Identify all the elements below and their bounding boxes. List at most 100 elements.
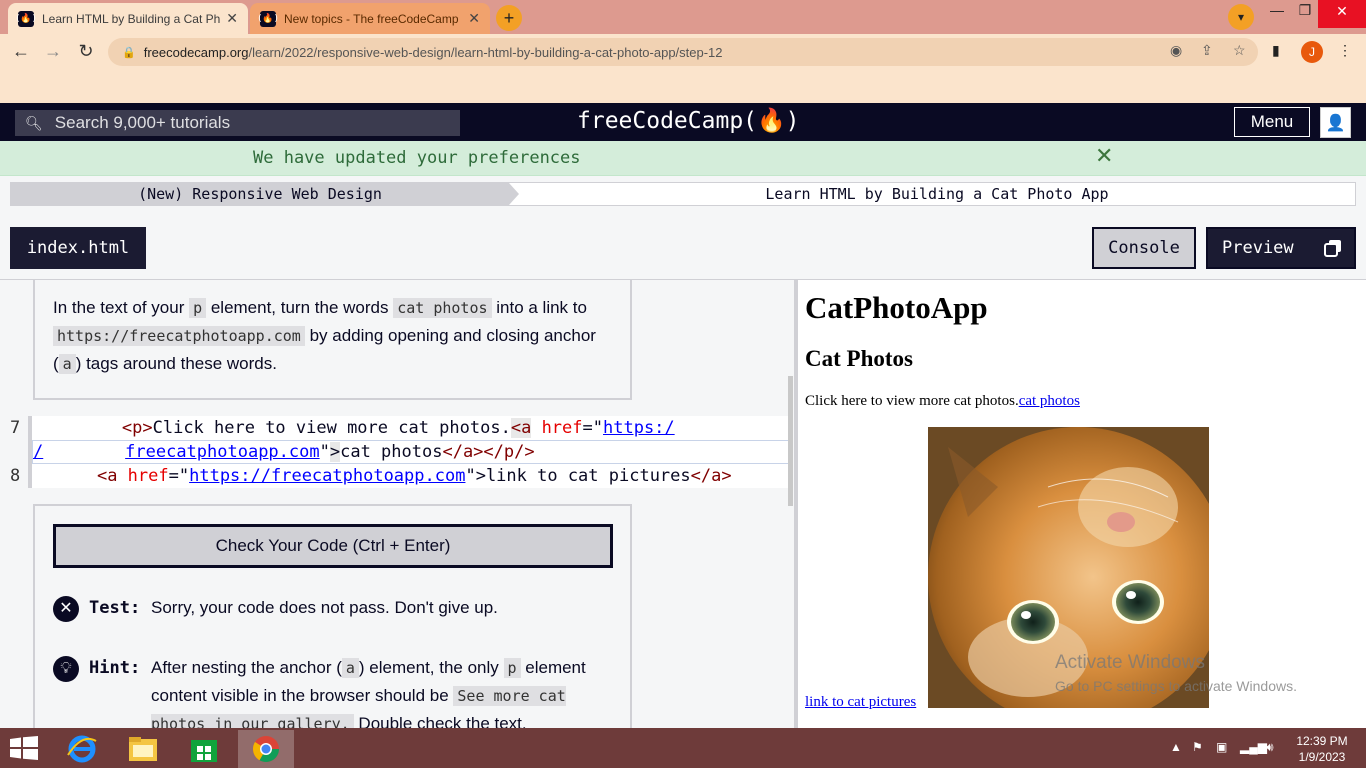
instr-code: https://freecatphotoapp.com <box>53 326 305 346</box>
file-explorer-icon[interactable] <box>115 730 171 768</box>
instr-text: In the text of your <box>53 298 190 317</box>
hint-text: After nesting the anchor (a) element, th… <box>151 654 613 728</box>
forward-arrow-icon[interactable]: → <box>42 41 64 62</box>
preview-cat-pictures-link[interactable]: link to cat pictures <box>805 694 916 711</box>
chrome-icon[interactable] <box>238 730 294 768</box>
flash-message: We have updated your preferences ✕ <box>0 141 1366 176</box>
user-avatar-icon[interactable]: 👤 <box>1320 107 1351 138</box>
search-icon: 🔍︎ <box>25 114 43 131</box>
kebab-menu-icon[interactable]: ⋮ <box>1338 42 1352 59</box>
code-attr: href <box>117 466 169 486</box>
close-window-icon[interactable]: ✕ <box>1318 0 1366 28</box>
close-flash-icon[interactable]: ✕ <box>1095 143 1113 169</box>
clock-date: 1/9/2023 <box>1298 750 1346 764</box>
hint-code: a <box>341 658 359 678</box>
reload-icon[interactable]: ↻ <box>75 41 97 62</box>
close-tab-icon[interactable]: ✕ <box>468 10 480 27</box>
instructions-box: In the text of your p element, turn the … <box>33 280 632 400</box>
profile-avatar[interactable]: J <box>1301 41 1323 63</box>
network-device-icon[interactable]: ▣ <box>1216 740 1227 754</box>
browser-tab-inactive[interactable]: (🔥) New topics - The freeCodeCamp ✕ <box>250 3 490 34</box>
lock-icon: 🔒 <box>122 46 136 59</box>
code-tag: </a> <box>690 466 732 486</box>
close-tab-icon[interactable]: ✕ <box>226 10 238 27</box>
menu-button[interactable]: Menu <box>1234 107 1310 137</box>
system-clock[interactable]: 12:39 PM 1/9/2023 <box>1292 733 1352 765</box>
code-line-7a: <p>Click here to view more cat photos.<a… <box>40 418 675 438</box>
freecodecamp-logo[interactable]: freeCodeCamp(🔥) <box>577 107 800 134</box>
instructions-editor-pane: In the text of your p element, turn the … <box>0 280 794 728</box>
instr-code: p <box>189 298 207 318</box>
search-input[interactable]: 🔍︎ Search 9,000+ tutorials <box>15 110 460 136</box>
watermark-title: Activate Windows <box>1055 652 1205 673</box>
tray-chevron-up-icon[interactable]: ▲ <box>1170 740 1182 754</box>
breadcrumb-block[interactable]: Learn HTML by Building a Cat Photo App <box>519 183 1355 205</box>
minimize-icon[interactable]: — <box>1262 2 1292 18</box>
hint-label: Hint: <box>89 658 141 678</box>
clock-time: 12:39 PM <box>1296 734 1348 748</box>
internet-explorer-icon[interactable] <box>54 730 110 768</box>
code-editor[interactable]: 7 8 <p>Click here to view more cat photo… <box>0 416 790 488</box>
freecodecamp-favicon-icon: (🔥) <box>257 10 279 27</box>
tab-title: Learn HTML by Building a Cat Ph <box>42 11 221 26</box>
lightbulb-icon: 💡︎ <box>53 656 79 682</box>
share-icon[interactable]: ⇪ <box>1201 42 1213 59</box>
code-punct: "> <box>465 466 486 486</box>
code-tag: <a <box>96 466 118 486</box>
editor-scrollbar[interactable] <box>788 376 793 506</box>
breadcrumb: (New) Responsive Web Design Learn HTML b… <box>10 182 1356 206</box>
code-text: cat photos <box>340 442 443 462</box>
back-arrow-icon[interactable]: ← <box>10 41 32 62</box>
browser-toolbar: ← → ↻ 🔒 freecodecamp.org/learn/2022/resp… <box>0 34 1366 70</box>
check-code-button[interactable]: Check Your Code (Ctrl + Enter) <box>53 524 613 568</box>
instr-text: into a link to <box>491 298 587 317</box>
bookmark-star-icon[interactable]: ☆ <box>1233 42 1246 59</box>
popout-window-icon[interactable] <box>1324 239 1342 257</box>
code-text: link to cat pictures <box>485 466 691 486</box>
code-tag: <a <box>510 418 532 438</box>
line-number: 7 <box>10 418 21 438</box>
preview-button[interactable]: Preview <box>1206 227 1356 269</box>
preview-cat-photos-link[interactable]: cat photos <box>1019 393 1080 409</box>
code-tag: <p> <box>121 418 153 438</box>
console-button[interactable]: Console <box>1092 227 1196 269</box>
hint-text-part: After nesting the anchor ( <box>151 658 342 677</box>
test-text: Sorry, your code does not pass. Don't gi… <box>151 598 498 617</box>
flash-text: We have updated your preferences <box>253 148 581 168</box>
browser-tab-bar: (🔥) Learn HTML by Building a Cat Ph ✕ (🔥… <box>0 0 1366 34</box>
instr-code: a <box>58 354 76 374</box>
side-panel-icon[interactable]: ▮ <box>1272 42 1280 59</box>
code-line-7b: / freecatphotoapp.com">cat photos</a></p… <box>33 442 535 462</box>
fcc-navbar: 🔍︎ Search 9,000+ tutorials freeCodeCamp(… <box>0 103 1366 141</box>
page-top-strip <box>0 70 1366 103</box>
code-punct: " <box>319 442 330 462</box>
instr-text: element, turn the words <box>206 298 394 317</box>
new-tab-button[interactable]: + <box>496 5 522 31</box>
preview-subheading: Cat Photos <box>805 346 913 371</box>
test-results-box: Check Your Code (Ctrl + Enter) ✕ Test: S… <box>33 504 632 728</box>
camera-blocked-icon[interactable]: ◉ <box>1170 42 1182 59</box>
signal-bars-icon[interactable]: ▂▄▆ <box>1240 740 1267 754</box>
code-text: Click here to view more cat photos. <box>152 418 511 438</box>
windows-start-icon[interactable] <box>10 736 38 760</box>
code-punct: =" <box>582 418 603 438</box>
url-host: freecodecamp.org <box>143 44 249 60</box>
file-tab-index-html[interactable]: index.html <box>10 227 146 269</box>
breadcrumb-superblock[interactable]: (New) Responsive Web Design <box>11 183 509 205</box>
freecodecamp-favicon-icon: (🔥) <box>15 10 37 27</box>
search-placeholder: Search 9,000+ tutorials <box>54 113 231 132</box>
test-label: Test: <box>89 598 141 618</box>
preview-paragraph-text: Click here to view more cat photos. <box>805 393 1019 409</box>
code-punct: > <box>329 442 341 462</box>
restore-icon[interactable]: ❐ <box>1290 2 1320 19</box>
volume-icon[interactable]: 🔊︎ <box>1266 740 1274 755</box>
address-bar[interactable]: 🔒 freecodecamp.org/learn/2022/responsive… <box>108 38 1258 66</box>
flag-icon[interactable]: ⚑ <box>1192 740 1203 754</box>
fail-x-icon: ✕ <box>53 596 79 622</box>
tab-search-chevron-down-icon[interactable]: ▾ <box>1228 4 1254 30</box>
store-icon[interactable] <box>176 730 232 768</box>
browser-tab-active[interactable]: (🔥) Learn HTML by Building a Cat Ph ✕ <box>8 3 248 34</box>
breadcrumb-arrow <box>509 183 519 205</box>
